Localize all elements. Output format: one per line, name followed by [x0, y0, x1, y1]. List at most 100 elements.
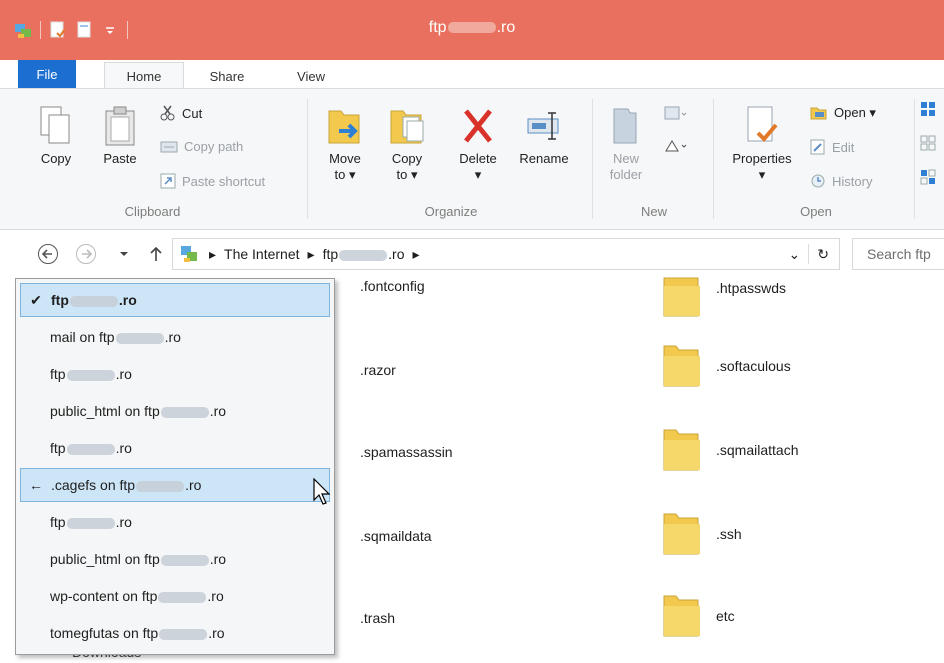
recent-locations-button[interactable]	[112, 242, 136, 266]
ribbon: Copy Paste Cut Copy path Paste shortcut …	[0, 88, 944, 230]
redacted-text	[159, 628, 208, 640]
folder-item[interactable]: .htpasswds	[662, 276, 786, 320]
tab-file[interactable]: File	[18, 60, 76, 88]
tab-share[interactable]: Share	[200, 64, 254, 88]
rename-icon	[522, 101, 566, 147]
scissors-icon	[160, 105, 175, 121]
redacted-text	[115, 332, 164, 344]
chevron-right-icon: ▸	[412, 245, 420, 262]
menu-item-history[interactable]: ftp .ro	[20, 357, 330, 391]
address-bar-row: ▸ The Internet ▸ ftp .ro ▸ ⌄ ↻ Search ftp	[0, 232, 944, 276]
folder-item[interactable]: .sqmailattach	[662, 428, 798, 472]
copy-to-button[interactable]: Copy to ▾	[382, 101, 432, 183]
group-separator	[713, 99, 714, 219]
file-item[interactable]: .trash	[360, 610, 395, 626]
redacted-text	[339, 249, 388, 261]
back-arrow-icon: ←	[29, 477, 43, 493]
file-item[interactable]: .spamassassin	[360, 444, 453, 460]
address-box[interactable]: ▸ The Internet ▸ ftp .ro ▸ ⌄ ↻	[172, 238, 840, 270]
rename-button[interactable]: Rename	[514, 101, 574, 167]
mouse-cursor-icon	[313, 478, 331, 505]
copy-path-button[interactable]: Copy path	[160, 139, 243, 154]
menu-item-history[interactable]: tomegfutas on ftp .ro	[20, 616, 330, 650]
move-to-button[interactable]: Move to ▾	[320, 101, 370, 183]
group-separator	[914, 99, 915, 219]
redacted-text	[447, 22, 496, 34]
history-icon	[811, 174, 825, 188]
invert-selection-button[interactable]	[920, 169, 936, 185]
group-separator	[592, 99, 593, 219]
redacted-text	[69, 295, 118, 307]
properties-icon	[740, 101, 784, 147]
menu-item-history[interactable]: ftp .ro	[20, 505, 330, 539]
edit-icon	[810, 139, 825, 155]
breadcrumb-ftp[interactable]: ftp .ro	[323, 246, 405, 262]
menu-item-history[interactable]: ftp .ro	[20, 431, 330, 465]
redacted-text	[66, 443, 115, 455]
group-label-clipboard: Clipboard	[124, 204, 181, 219]
new-item-button[interactable]	[663, 105, 687, 123]
paste-shortcut-icon	[160, 173, 176, 189]
menu-item-history[interactable]: mail on ftp .ro	[20, 320, 330, 354]
window-title: ftp .ro	[428, 19, 516, 36]
select-all-button[interactable]	[920, 101, 936, 117]
copy-icon	[34, 101, 78, 147]
paste-shortcut-button[interactable]: Paste shortcut	[160, 173, 265, 189]
new-folder-icon	[604, 101, 648, 147]
chevron-right-icon: ▸	[307, 245, 315, 262]
paste-button[interactable]: Paste	[98, 101, 142, 167]
copy-to-icon	[385, 101, 429, 147]
group-label-open: Open	[800, 204, 832, 219]
up-arrow-icon	[150, 246, 162, 261]
copy-button[interactable]: Copy	[34, 101, 78, 167]
tab-view[interactable]: View	[284, 64, 338, 88]
file-item[interactable]: .razor	[360, 362, 396, 378]
new-folder-button[interactable]: New folder	[601, 101, 651, 183]
delete-button[interactable]: Delete ▾	[450, 101, 506, 183]
open-folder-icon	[810, 107, 827, 120]
refresh-icon[interactable]: ↻	[817, 246, 829, 263]
folder-icon	[663, 277, 700, 317]
menu-item-history[interactable]: public_html on ftp .ro	[20, 394, 330, 428]
redacted-text	[160, 554, 209, 566]
group-open: Properties ▾ Open ▾ Edit History Open	[716, 93, 916, 225]
select-none-button[interactable]	[920, 135, 936, 151]
forward-button[interactable]	[74, 242, 98, 266]
search-input[interactable]: Search ftp	[852, 238, 944, 270]
up-button[interactable]	[144, 242, 168, 266]
tab-home[interactable]: Home	[104, 62, 184, 89]
forward-arrow-icon	[76, 244, 96, 264]
folder-icon	[663, 595, 700, 637]
breadcrumb-internet[interactable]: The Internet	[224, 246, 300, 262]
invert-selection-icon	[920, 169, 936, 185]
edit-button[interactable]: Edit	[810, 139, 854, 155]
menu-item-history[interactable]: ← .cagefs on ftp .ro	[20, 468, 330, 502]
group-separator	[307, 99, 308, 219]
chevron-down-icon	[120, 252, 128, 256]
back-button[interactable]	[36, 242, 60, 266]
chevron-down-icon: ▾	[474, 167, 482, 182]
redacted-text	[158, 591, 207, 603]
menu-item-history[interactable]: ✔ ftp .ro	[20, 283, 330, 317]
easy-access-button[interactable]	[663, 137, 687, 155]
address-history-dropdown[interactable]: ⌄	[789, 246, 801, 263]
cut-button[interactable]: Cut	[160, 105, 202, 121]
history-button[interactable]: History	[810, 173, 872, 189]
folder-item[interactable]: .ssh	[662, 512, 742, 556]
chevron-down-icon: ▾	[758, 167, 766, 182]
menu-item-history[interactable]: public_html on ftp .ro	[20, 542, 330, 576]
open-button[interactable]: Open ▾	[810, 105, 876, 121]
file-item[interactable]: .sqmaildata	[360, 528, 432, 544]
file-item[interactable]: .fontconfig	[360, 278, 425, 294]
checkmark-icon: ✔	[30, 291, 42, 308]
folder-icon	[663, 513, 700, 555]
folder-item[interactable]: etc	[662, 594, 735, 638]
menu-item-history[interactable]: wp-content on ftp .ro	[20, 579, 330, 613]
folder-item[interactable]: .softaculous	[662, 344, 791, 388]
properties-button[interactable]: Properties ▾	[722, 101, 802, 183]
easy-access-icon	[665, 140, 687, 152]
network-location-icon	[181, 246, 197, 262]
recent-locations-menu: ✔ ftp .ro mail on ftp .ro ftp .ro public_ht…	[15, 278, 335, 655]
group-label-organize: Organize	[424, 204, 478, 219]
move-to-icon	[323, 101, 367, 147]
